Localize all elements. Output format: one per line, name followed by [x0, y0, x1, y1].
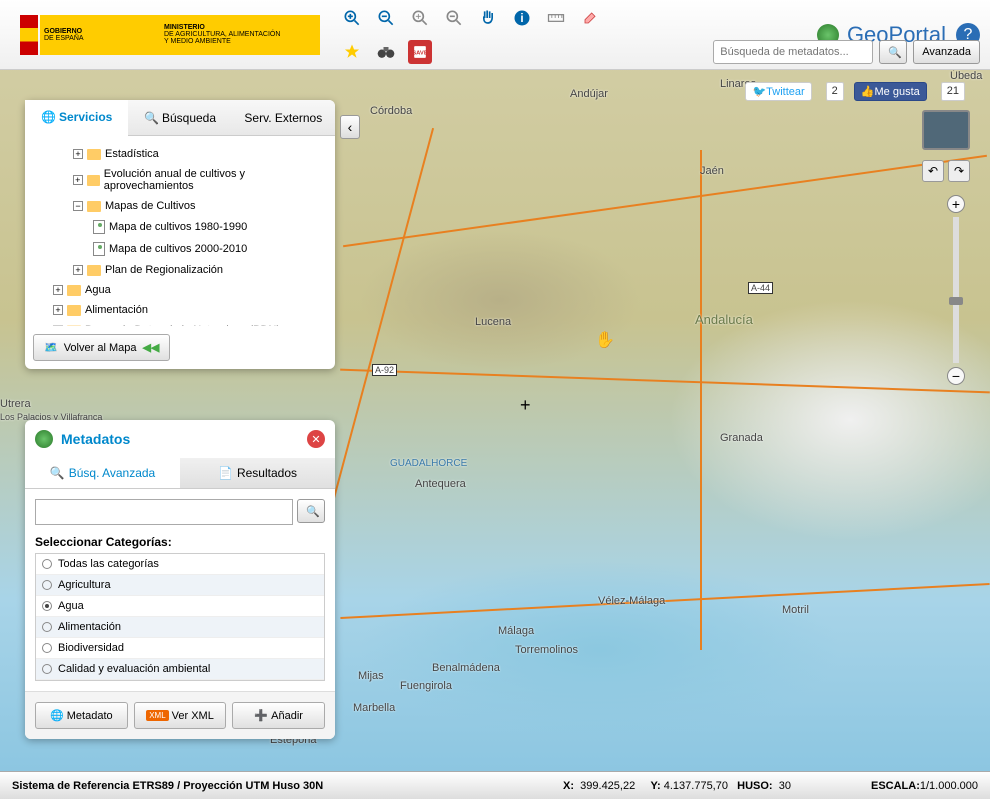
zoom-out-button[interactable]: − [947, 367, 965, 385]
layer-tree[interactable]: +Estadística +Evolución anual de cultivo… [25, 136, 335, 326]
city-torremolinos: Torremolinos [515, 644, 578, 656]
road-label-a92: A-92 [372, 364, 397, 376]
twitter-count: 2 [826, 82, 844, 101]
government-logo: GOBIERNODE ESPAÑA MINISTERIODE AGRICULTU… [20, 10, 320, 60]
search-button[interactable]: 🔍 [879, 40, 907, 64]
metadata-search-input[interactable] [713, 40, 873, 64]
binoculars-icon[interactable] [374, 40, 398, 64]
tree-banco[interactable]: +Banco de Datos de la Naturaleza (BDN) [33, 320, 327, 326]
tree-mapa1[interactable]: Mapa de cultivos 1980-1990 [33, 216, 327, 238]
city-cordoba: Córdoba [370, 105, 412, 117]
tab-results[interactable]: 📄 Resultados [180, 458, 335, 488]
pan-icon[interactable] [476, 6, 500, 30]
categories-label: Seleccionar Categorías: [35, 535, 325, 549]
tree-mapa2[interactable]: Mapa de cultivos 2000-2010 [33, 238, 327, 260]
measure-icon[interactable] [544, 6, 568, 30]
overview-map[interactable] [922, 110, 970, 150]
cat-agua[interactable]: Agua [36, 596, 324, 617]
svg-text:i: i [520, 12, 523, 25]
zoom-handle[interactable] [949, 297, 963, 305]
scale-display: ESCALA:1/1.000.000 [871, 780, 978, 792]
advanced-search-button[interactable]: Avanzada [913, 40, 980, 64]
city-antequera: Antequera [415, 478, 466, 490]
ministry-label: MINISTERIODE AGRICULTURA, ALIMENTACIÓNY … [160, 15, 320, 55]
facebook-count: 21 [941, 82, 965, 101]
tab-externos[interactable]: Serv. Externos [232, 100, 335, 135]
cat-alimentacion[interactable]: Alimentación [36, 617, 324, 638]
city-andujar: Andújar [570, 88, 608, 100]
history-forward-button[interactable]: ↷ [948, 160, 970, 182]
facebook-like-button[interactable]: 👍 Me gusta [854, 82, 927, 101]
eraser-icon[interactable] [578, 6, 602, 30]
region-andalucia: Andalucía [695, 312, 753, 327]
city-mijas: Mijas [358, 670, 384, 682]
cat-calidad[interactable]: Calidad y evaluación ambiental [36, 659, 324, 680]
spain-flag-icon [20, 15, 38, 55]
panel-collapse-button[interactable]: ‹ [340, 115, 360, 139]
city-ubeda: Úbeda [950, 70, 982, 82]
city-lucena: Lucena [475, 316, 511, 328]
status-bar: Sistema de Referencia ETRS89 / Proyecció… [0, 771, 990, 799]
city-granada: Granada [720, 432, 763, 444]
zoom-prev-icon[interactable] [408, 6, 432, 30]
zoom-track[interactable] [953, 217, 959, 363]
twitter-button[interactable]: 🐦 Twittear [745, 82, 811, 101]
city-motril: Motril [782, 604, 809, 616]
road-label-a44: A-44 [748, 282, 773, 294]
tree-plan[interactable]: +Plan de Regionalización [33, 260, 327, 280]
tree-estadistica[interactable]: +Estadística [33, 144, 327, 164]
tree-evolucion[interactable]: +Evolución anual de cultivos y aprovecha… [33, 164, 327, 196]
add-button[interactable]: ➕ Añadir [232, 702, 325, 729]
favorite-icon[interactable] [340, 40, 364, 64]
metadata-title: Metadatos [61, 431, 299, 447]
city-benalmadena: Benalmádena [432, 662, 500, 674]
gov-label: GOBIERNODE ESPAÑA [40, 15, 160, 55]
city-utrera: Utrera [0, 398, 31, 410]
river-guadalhorce: GUADALHORCE [390, 458, 467, 469]
cat-all[interactable]: Todas las categorías [36, 554, 324, 575]
close-button[interactable]: ✕ [307, 430, 325, 448]
cat-biodiversidad[interactable]: Biodiversidad [36, 638, 324, 659]
services-panel: 🌐Servicios 🔍Búsqueda Serv. Externos +Est… [25, 100, 335, 369]
city-fuengirola: Fuengirola [400, 680, 452, 692]
tree-agua[interactable]: +Agua [33, 280, 327, 300]
tab-servicios[interactable]: 🌐Servicios [25, 100, 128, 136]
pan-cursor-icon: ✋ [595, 330, 615, 350]
projection-label: Sistema de Referencia ETRS89 / Proyecció… [12, 780, 323, 792]
info-icon[interactable]: i [510, 6, 534, 30]
metadata-button[interactable]: 🌐 Metadato [35, 702, 128, 729]
tab-busqueda[interactable]: 🔍Búsqueda [128, 100, 231, 135]
cat-agricultura[interactable]: Agricultura [36, 575, 324, 596]
metadata-panel: Metadatos ✕ 🔍 Búsq. Avanzada 📄 Resultado… [25, 420, 335, 739]
history-back-button[interactable]: ↶ [922, 160, 944, 182]
city-malaga: Málaga [498, 625, 534, 637]
svg-text:SAVE: SAVE [412, 50, 428, 56]
crosshair-icon: + [520, 395, 531, 416]
tree-alimentacion[interactable]: +Alimentación [33, 300, 327, 320]
save-icon[interactable]: SAVE [408, 40, 432, 64]
globe-icon [35, 430, 53, 448]
metadata-filter-button[interactable]: 🔍 [297, 499, 325, 523]
metadata-filter-input[interactable] [35, 499, 293, 525]
tree-mapas[interactable]: −Mapas de Cultivos [33, 196, 327, 216]
zoom-in-button[interactable]: + [947, 195, 965, 213]
back-to-map-button[interactable]: 🗺️Volver al Mapa◀◀ [33, 334, 170, 361]
zoom-slider[interactable]: + − [947, 195, 965, 385]
tab-advanced-search[interactable]: 🔍 Búsq. Avanzada [25, 458, 180, 488]
city-marbella: Marbella [353, 702, 395, 714]
city-jaen: Jaén [700, 165, 724, 177]
zoom-next-icon[interactable] [442, 6, 466, 30]
city-velez: Vélez-Málaga [598, 595, 665, 607]
view-xml-button[interactable]: XML Ver XML [134, 702, 227, 729]
coordinates: X: 399.425,22 Y: 4.137.775,70 HUSO: 30 [563, 780, 791, 792]
categories-list: Todas las categorías Agricultura Agua Al… [35, 553, 325, 681]
zoom-in-icon[interactable] [340, 6, 364, 30]
zoom-out-icon[interactable] [374, 6, 398, 30]
